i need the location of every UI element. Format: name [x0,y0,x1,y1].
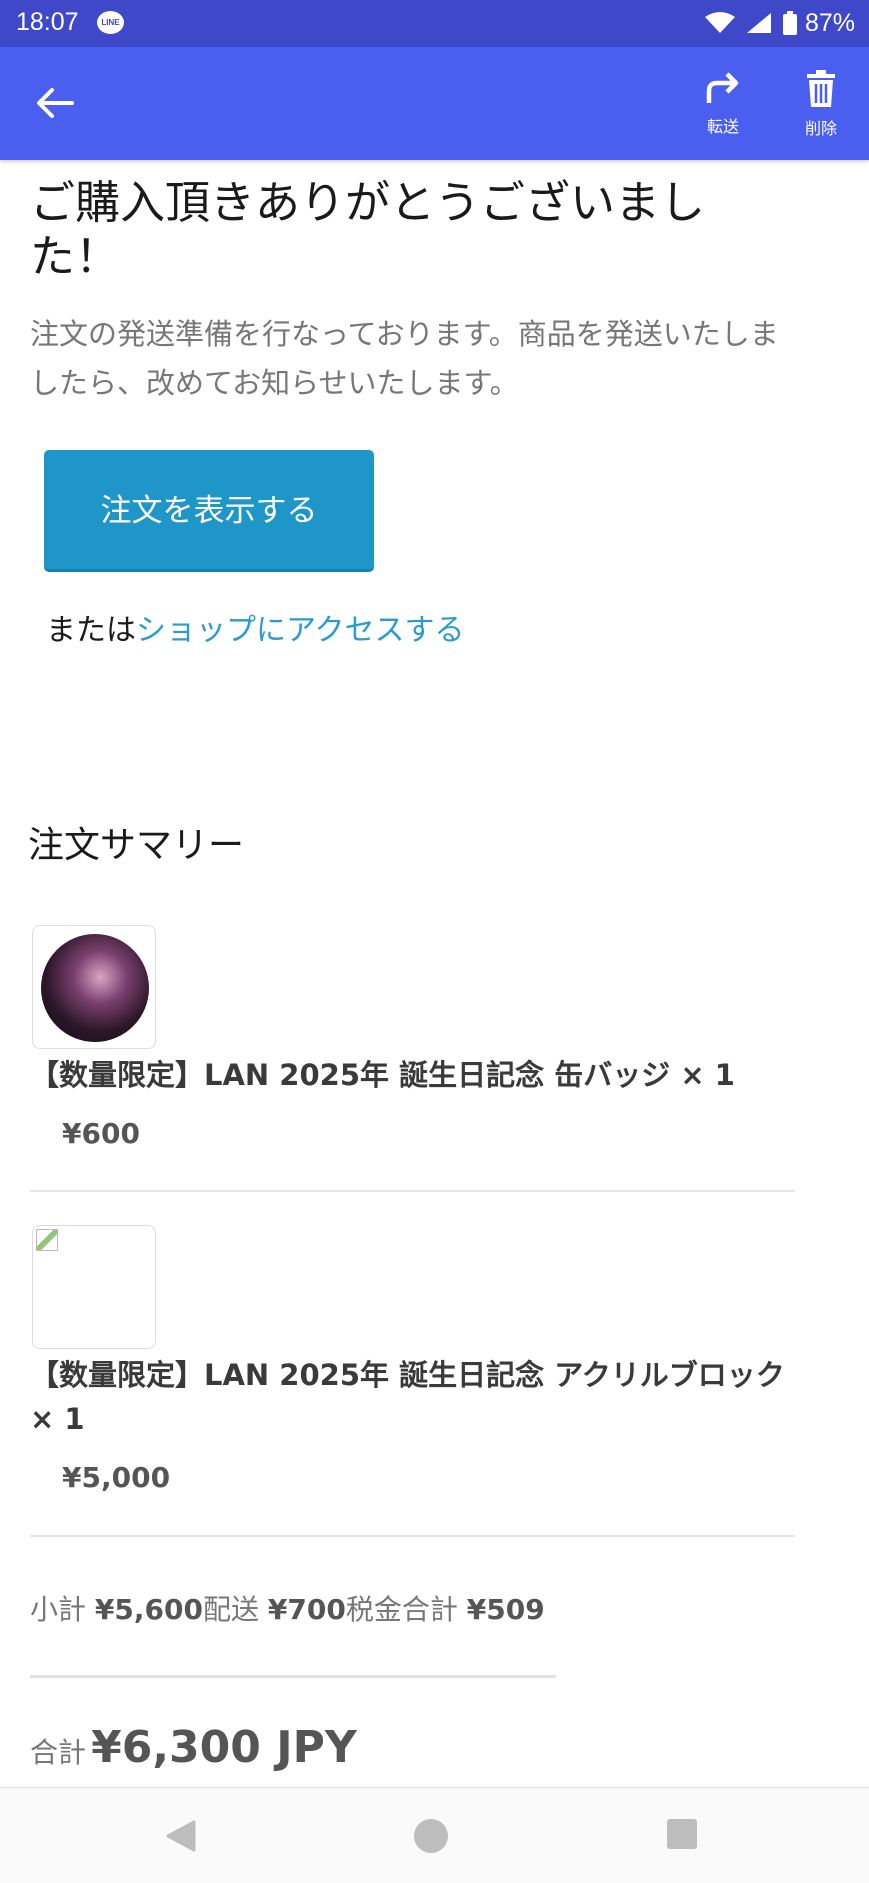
item-divider [30,1190,795,1192]
tax-label: 税金合計 [345,1593,458,1626]
product-thumbnail [32,1225,156,1349]
battery-icon [782,11,797,35]
battery-percentage: 87% [804,8,855,37]
shop-link[interactable]: ショップにアクセスする [136,613,465,648]
app-bar: 転送 削除 [0,47,869,160]
shipping-value: ¥700 [267,1593,346,1626]
nav-back-icon[interactable] [162,1818,198,1854]
item-quantity: × 1 [680,1058,735,1092]
total-label: 合計 [30,1736,87,1769]
item-title-text: 【数量限定】LAN 2025年 誕生日記念 アクリルブロック [30,1358,785,1392]
status-icons: 87% [703,6,855,40]
or-text: または [46,613,136,648]
delete-label: 削除 [804,119,837,138]
system-nav-bar [0,1787,869,1883]
status-time: 18:07 [16,8,79,36]
shipping-label: 配送 [202,1593,259,1626]
tax-value: ¥509 [466,1593,545,1626]
line-app-icon: LINE [97,11,124,34]
item-title: 【数量限定】LAN 2025年 誕生日記念 缶バッジ × 1 [30,1053,790,1097]
item-price: ¥5,000 [62,1461,171,1494]
product-thumbnail [32,925,156,1049]
shop-access-line: またはショップにアクセスする [46,605,465,649]
item-divider [30,1535,795,1537]
order-total: 合計 ¥6,300 JPY [30,1722,357,1773]
totals-divider [30,1675,556,1678]
item-price: ¥600 [62,1117,140,1150]
cost-breakdown: 小計 ¥5,600配送 ¥700税金合計 ¥509 [30,1588,545,1628]
cell-signal-icon [746,13,771,33]
forward-label: 転送 [706,117,739,136]
nav-recents-icon[interactable] [666,1818,698,1850]
product-image-badge [41,934,149,1042]
total-value: ¥6,300 JPY [91,1722,357,1773]
delete-button[interactable]: 削除 [786,69,856,139]
view-order-button[interactable]: 注文を表示する [44,450,374,572]
item-quantity: × 1 [30,1402,85,1436]
forward-icon [706,72,739,103]
back-arrow-icon[interactable] [32,81,76,125]
trash-icon [807,70,835,107]
subtotal-label: 小計 [30,1593,87,1626]
broken-image-icon [36,1229,58,1251]
item-title: 【数量限定】LAN 2025年 誕生日記念 アクリルブロック × 1 [30,1353,790,1441]
thanks-heading: ご購入頂きありがとうございました！ [30,176,706,283]
shipping-message: 注文の発送準備を行なっております。商品を発送いたしましたら、改めてお知らせいたし… [30,317,779,400]
wifi-icon [704,12,735,33]
nav-home-icon[interactable] [413,1818,449,1854]
forward-button[interactable]: 転送 [688,69,758,137]
order-summary-title: 注文サマリー [28,825,245,866]
status-bar: 18:07 LINE 87% [0,0,869,47]
subtotal-value: ¥5,600 [94,1593,203,1626]
item-title-text: 【数量限定】LAN 2025年 誕生日記念 缶バッジ [30,1058,671,1092]
